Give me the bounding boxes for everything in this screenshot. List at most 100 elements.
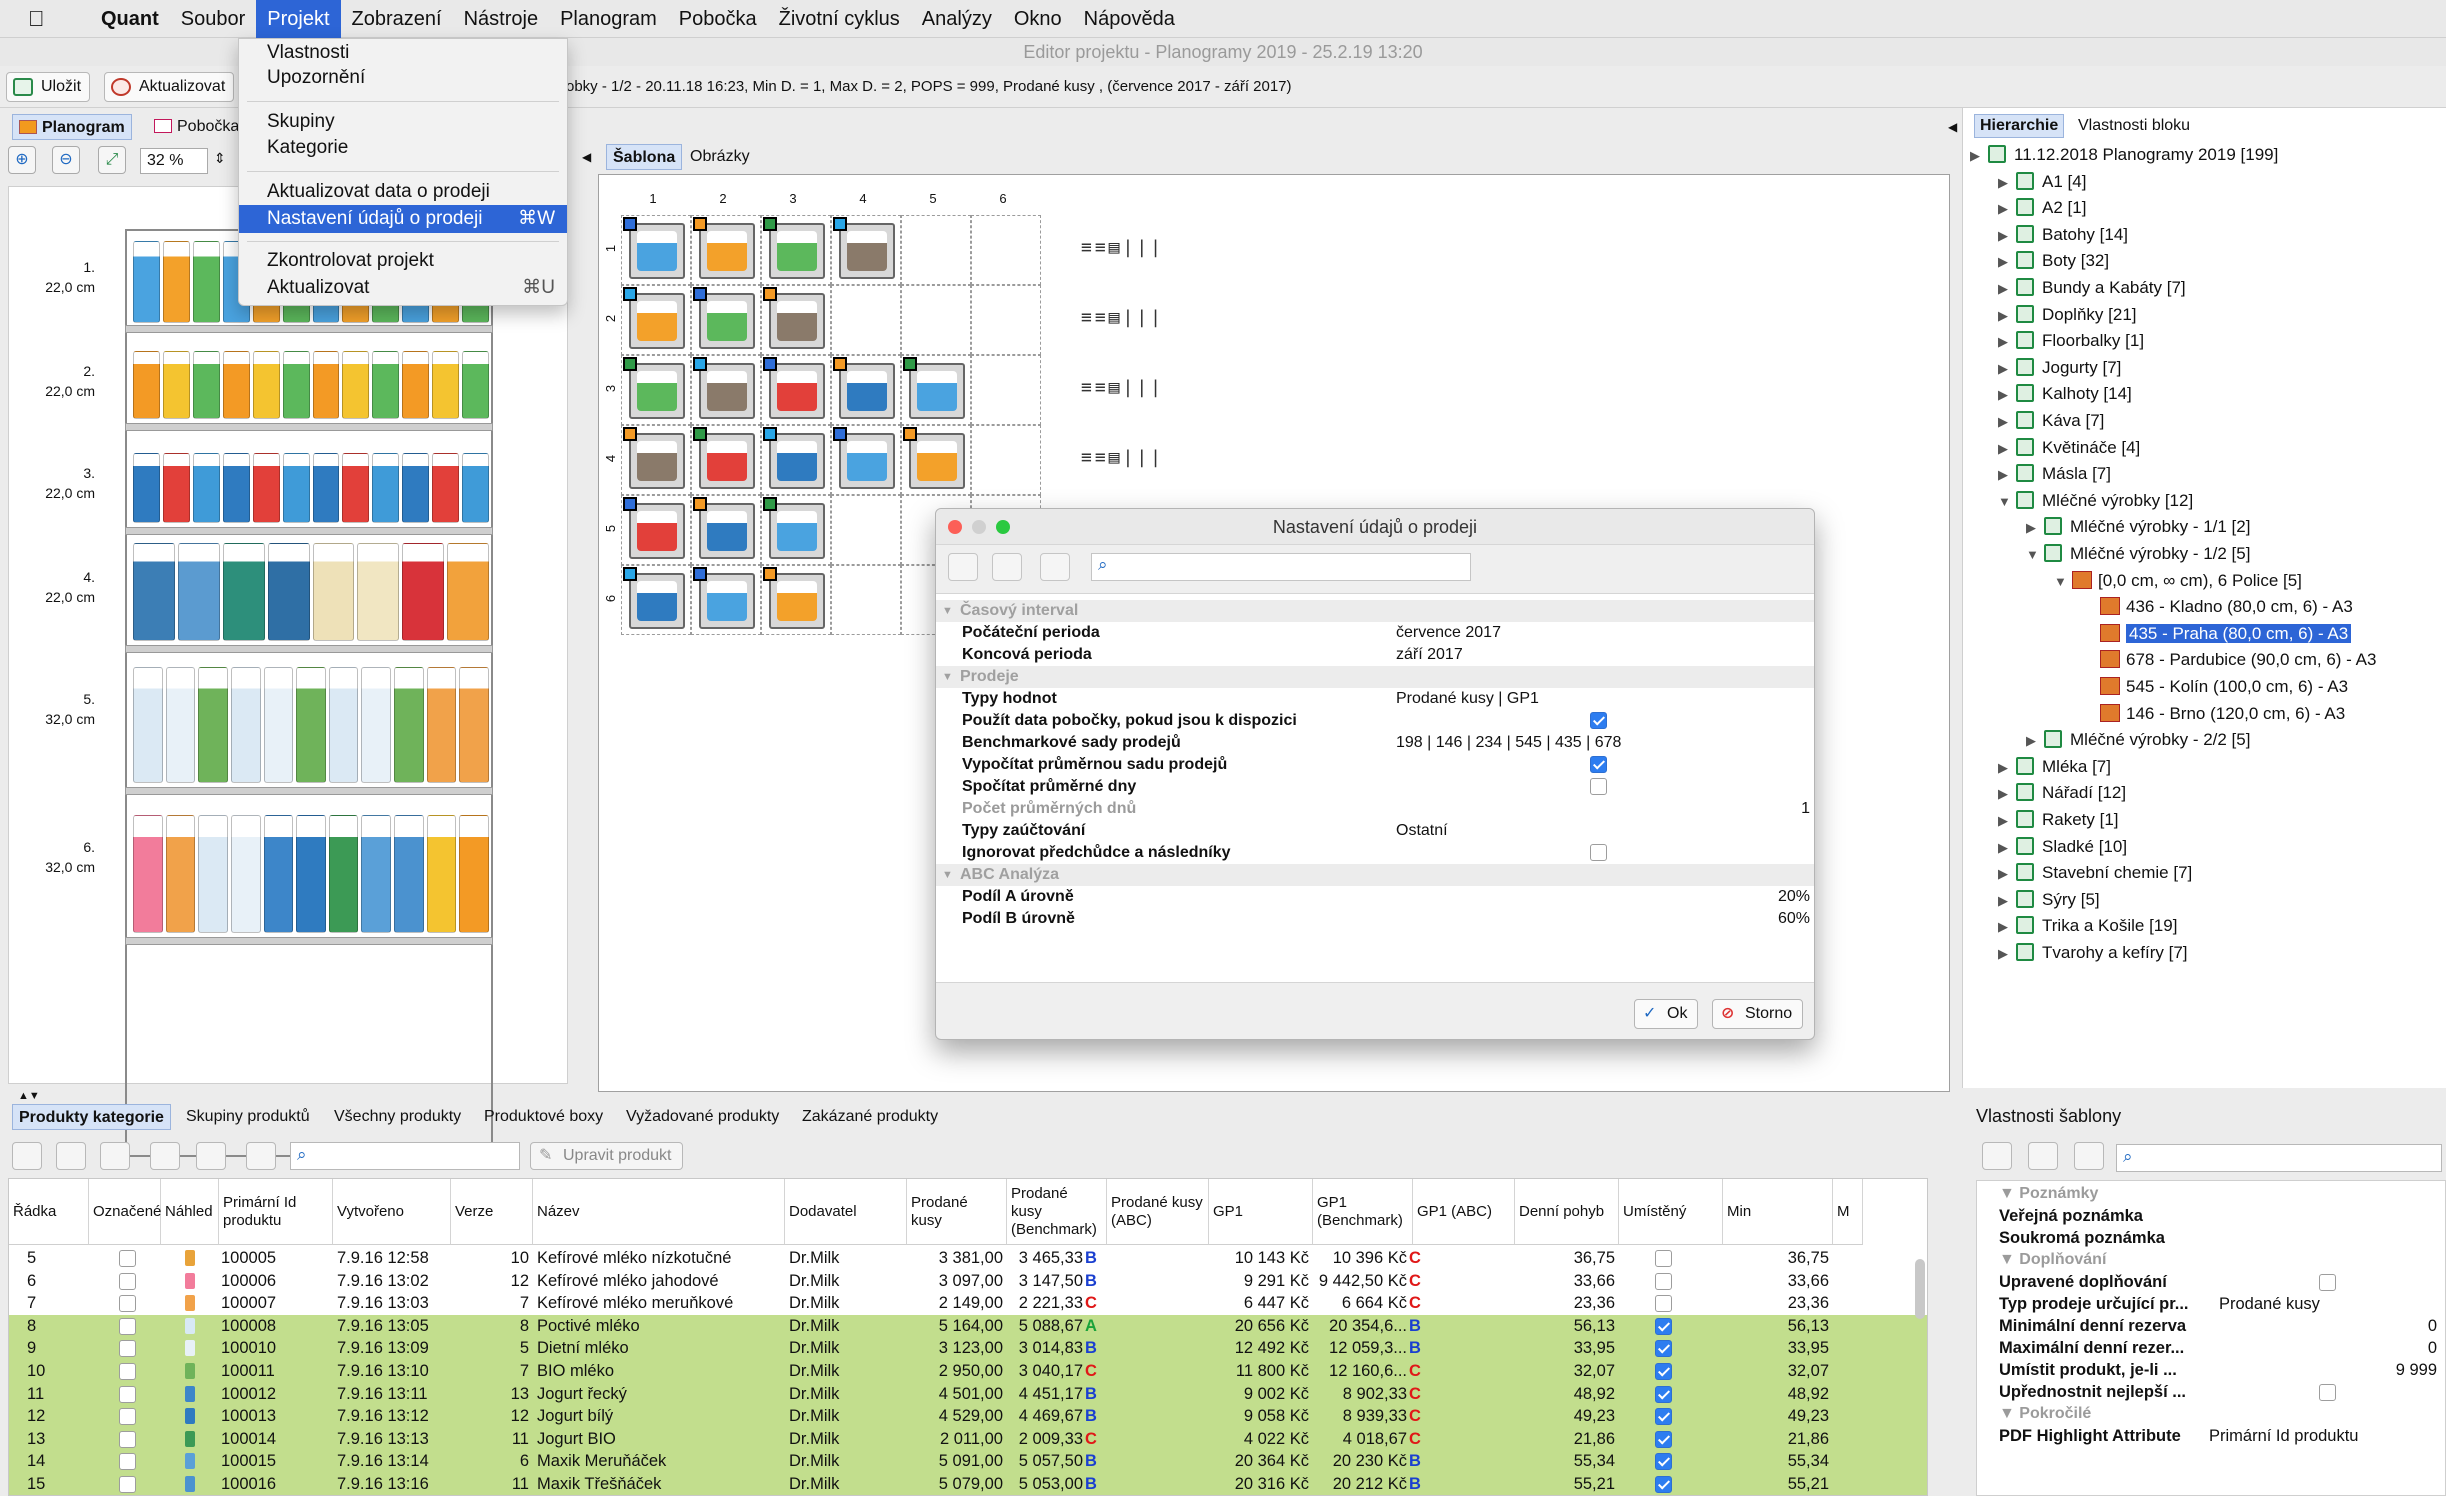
prop-search-input[interactable]: ⌕ (2116, 1144, 2442, 1172)
minimize-window-icon[interactable] (972, 520, 986, 534)
benchmark-sets-row[interactable]: Benchmarkové sady prodejů 198 | 146 | 234… (936, 732, 1814, 754)
shelf-product-facing[interactable] (342, 351, 370, 419)
menu-quant[interactable]: Quant (90, 0, 170, 38)
sale-type-row[interactable]: Typ prodeje určující pr... Prodané kusy (1977, 1293, 2446, 1315)
template-product[interactable] (909, 363, 965, 419)
expanded-arrow-icon[interactable]: ▼ (2054, 569, 2072, 595)
tree-node[interactable]: ▶ Káva [7] (1998, 408, 2104, 434)
shelf-product-facing[interactable] (222, 453, 250, 523)
template-product[interactable] (839, 363, 895, 419)
marked-checkbox[interactable] (119, 1408, 136, 1426)
shelf-product-facing[interactable] (402, 351, 430, 419)
marked-checkbox[interactable] (119, 1385, 136, 1403)
placed-checkbox[interactable] (1655, 1317, 1672, 1335)
collapsed-arrow-icon[interactable]: ▶ (1970, 143, 1988, 169)
tab-forbidden-products[interactable]: Zakázané produkty (796, 1104, 944, 1130)
template-product[interactable] (629, 573, 685, 629)
shelf-product-facing[interactable] (361, 815, 392, 933)
collapsed-arrow-icon[interactable]: ▶ (1998, 462, 2016, 488)
shelf-product-facing[interactable] (222, 543, 265, 641)
column-header[interactable]: Název (533, 1179, 785, 1245)
template-product[interactable] (629, 293, 685, 349)
tree-node[interactable]: ▶ Nářadí [12] (1998, 780, 2126, 806)
template-cell[interactable] (901, 285, 971, 355)
collapsed-arrow-icon[interactable]: ▶ (1998, 409, 2016, 435)
placed-checkbox[interactable] (1655, 1408, 1672, 1426)
shelf-product-facing[interactable] (402, 543, 445, 641)
tree-node[interactable]: ▶ Floorbalky [1] (1998, 328, 2144, 354)
tree-node[interactable]: ▼ Mléčné výrobky [12] (1998, 488, 2193, 514)
menu-soubor[interactable]: Soubor (170, 0, 257, 38)
menu-item-warnings[interactable]: Upozornění (239, 64, 567, 92)
template-product[interactable] (769, 293, 825, 349)
template-product[interactable] (839, 223, 895, 279)
shelf-product-facing[interactable] (342, 453, 370, 523)
prefer-best-checkbox[interactable] (2319, 1384, 2336, 1401)
shelf-product-facing[interactable] (192, 351, 220, 419)
end-period-row[interactable]: Koncová perioda září 2017 (936, 644, 1814, 666)
tree-node[interactable]: ▶ Mléčné výrobky - 1/1 [2] (2026, 514, 2250, 540)
zoom-field[interactable]: 32 % (140, 148, 208, 174)
zoom-in-icon[interactable]: ⊕ (8, 146, 36, 174)
template-product[interactable] (699, 503, 755, 559)
template-cell[interactable] (971, 285, 1041, 355)
shelf-product-facing[interactable] (426, 815, 457, 933)
shelf-product-facing[interactable] (447, 543, 489, 641)
tree-node[interactable]: ▶ Trika a Košile [19] (1998, 913, 2177, 939)
column-header[interactable]: M (1833, 1179, 1863, 1245)
value-types-row[interactable]: Typy hodnot Prodané kusy | GP1 (936, 688, 1814, 710)
alignment-icons[interactable]: ≡≡▤||| (1081, 377, 1164, 398)
column-header[interactable]: Vytvořeno (333, 1179, 451, 1245)
private-note-row[interactable]: Soukromá poznámka (1977, 1227, 2446, 1249)
column-header[interactable]: Dodavatel (785, 1179, 907, 1245)
add-product-icon[interactable] (56, 1142, 86, 1170)
collapsed-arrow-icon[interactable]: ▶ (1998, 808, 2016, 834)
select-all-icon[interactable] (12, 1142, 42, 1170)
group-notes[interactable]: ▼ Poznámky (1977, 1183, 2446, 1205)
shelf-product-facing[interactable] (361, 667, 392, 783)
shelf-product-facing[interactable] (267, 543, 310, 641)
menu-planogram[interactable]: Planogram (549, 0, 668, 38)
placed-checkbox[interactable] (1655, 1385, 1672, 1403)
average-days-row[interactable]: Spočítat průměrné dny (936, 776, 1814, 798)
template-cell[interactable] (831, 285, 901, 355)
template-cell[interactable] (971, 425, 1041, 495)
shelf-product-facing[interactable] (222, 351, 250, 419)
shelf-product-facing[interactable] (230, 667, 261, 783)
shelf-product-facing[interactable] (133, 815, 163, 933)
tab-planogram[interactable]: Planogram (12, 114, 132, 140)
template-cell[interactable] (831, 495, 901, 565)
shelf-product-facing[interactable] (165, 815, 196, 933)
shelf-product-facing[interactable] (372, 351, 400, 419)
posting-types-row[interactable]: Typy zaúčtování Ostatní (936, 820, 1814, 842)
shelf-product-facing[interactable] (192, 241, 220, 323)
column-header[interactable]: GP1 (ABC) (1413, 1179, 1515, 1245)
tree-node[interactable]: ▶ Jogurty [7] (1998, 355, 2121, 381)
export-icon[interactable] (150, 1142, 180, 1170)
table-row[interactable]: 10 100011 7.9.16 13:10 7 BIO mléko Dr.Milk 2 9… (9, 1360, 1927, 1383)
start-period-row[interactable]: Počáteční perioda července 2017 (936, 622, 1814, 644)
template-product[interactable] (629, 503, 685, 559)
tree-node[interactable]: ▶ Másla [7] (1998, 461, 2111, 487)
shelf-product-facing[interactable] (133, 667, 163, 783)
tree-node[interactable]: ▼ [0,0 cm, ∞ cm), 6 Police [5] (2054, 568, 2302, 594)
marked-checkbox[interactable] (119, 1317, 136, 1335)
zoom-out-icon[interactable]: ⊖ (52, 146, 80, 174)
collapsed-arrow-icon[interactable]: ▶ (1998, 196, 2016, 222)
group-advanced[interactable]: ▼ Pokročilé (1977, 1403, 2446, 1425)
shelf-product-facing[interactable] (328, 815, 359, 933)
table-scrollbar[interactable] (1915, 1259, 1925, 1319)
template-product[interactable] (629, 433, 685, 489)
shelf-product-facing[interactable] (263, 815, 294, 933)
average-days-checkbox[interactable] (1590, 778, 1607, 795)
min-reserve-row[interactable]: Minimální denní rezerva 0 (1977, 1315, 2446, 1337)
column-header[interactable]: GP1 (Benchmark) (1313, 1179, 1413, 1245)
collapsed-arrow-icon[interactable]: ▶ (1998, 888, 2016, 914)
menu-item-categories[interactable]: Kategorie (239, 134, 567, 162)
shelf-product-facing[interactable] (133, 543, 175, 641)
pdf-highlight-row[interactable]: PDF Highlight Attribute Primární Id produ… (1977, 1425, 2446, 1447)
prop-clear-icon[interactable] (2074, 1142, 2104, 1170)
tree-node[interactable]: ▶ Sýry [5] (1998, 887, 2100, 913)
alignment-icons[interactable]: ≡≡▤||| (1081, 307, 1164, 328)
shelf-product-facing[interactable] (252, 351, 280, 419)
